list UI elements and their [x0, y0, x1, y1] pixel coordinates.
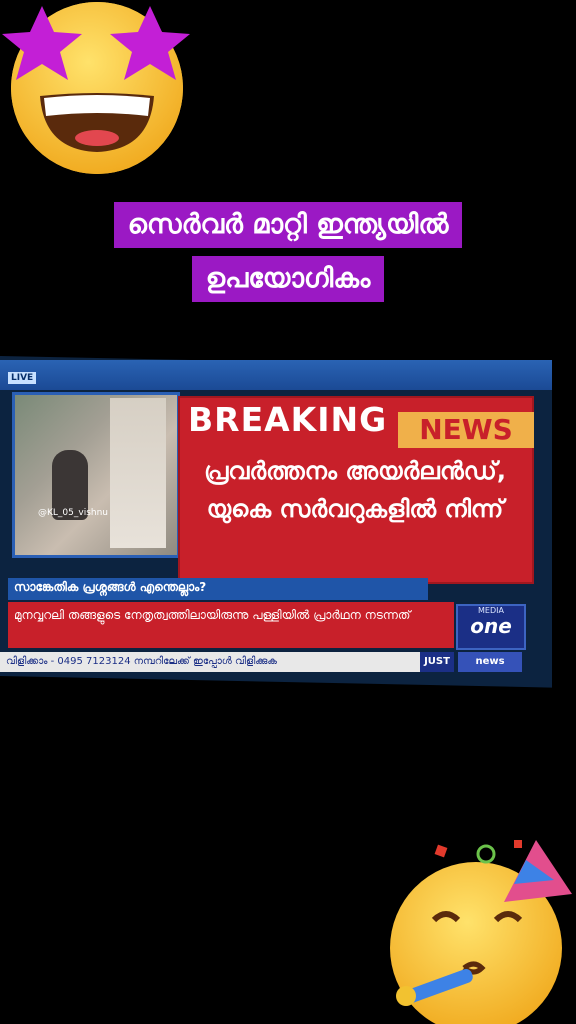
channel-logo: MEDIA one — [456, 604, 526, 650]
caption-text-2: ഉപയോഗികം — [191, 256, 385, 302]
just-label: JUST — [420, 652, 454, 672]
headline: പ്രവർത്തനം അയർലൻഡ്, യുകെ സർവറുകളിൽ നിന്ന… — [204, 457, 506, 523]
caption-line-2: ഉപയോഗികം — [0, 256, 576, 302]
ticker-text: മുനവ്വറലി തങ്ങളുടെ നേതൃത്വത്തിലായിരുന്നു… — [14, 608, 411, 622]
caption-line-1: സെർവർ മാറ്റി ഇന്ത്യയിൽ — [0, 202, 576, 248]
sub-heading: സാങ്കേതിക പ്രശ്നങ്ങൾ എന്തെല്ലാം? — [14, 580, 207, 594]
star-struck-face-icon — [2, 2, 190, 174]
news-chip: news — [458, 652, 522, 672]
caption-text-1: സെർവർ മാറ്റി ഇന്ത്യയിൽ — [113, 202, 463, 248]
news-badge: NEWS — [398, 412, 534, 448]
live-badge: LIVE — [8, 372, 37, 384]
inset-wall — [110, 398, 166, 548]
logo-main: one — [470, 614, 512, 638]
partying-face-icon — [390, 840, 572, 1024]
tv-top-bar — [0, 360, 552, 390]
watermark: @KL_05_vishnu — [38, 508, 108, 518]
bottom-ticker: വിളിക്കാം - 0495 7123124 നമ്പറിലേക്ക് ഇപ… — [0, 652, 422, 672]
breaking-label: BREAKING — [188, 400, 388, 439]
